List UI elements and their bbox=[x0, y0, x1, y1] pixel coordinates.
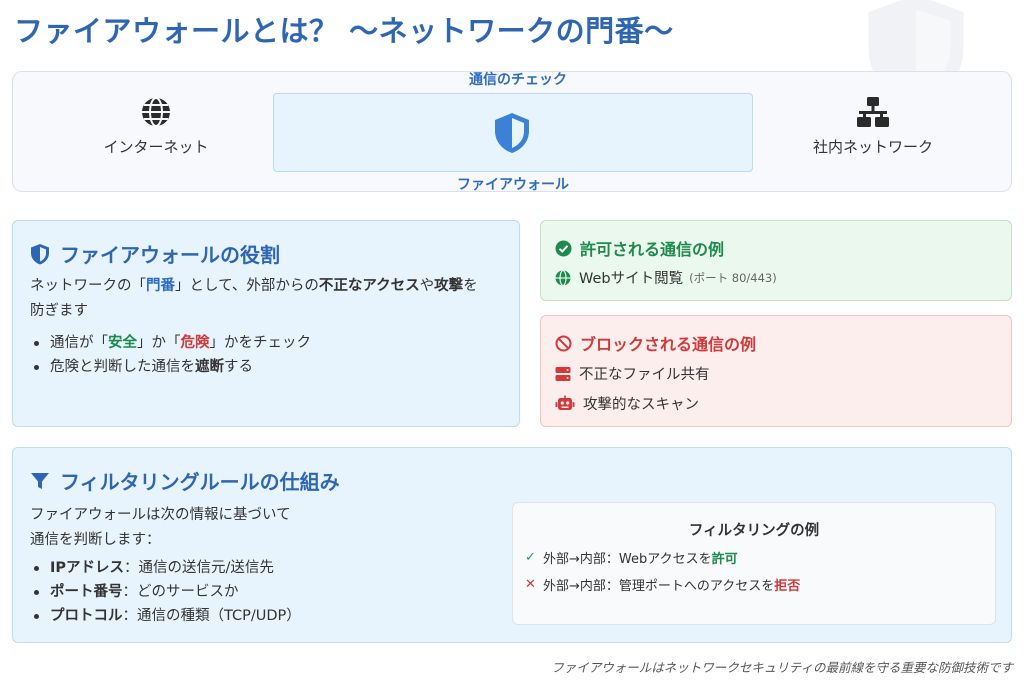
page-title: ファイアウォールとは？ 〜ネットワークの門番〜 bbox=[14, 14, 674, 48]
filtering-description: ファイアウォールは次の情報に基づいて 通信を判断します： bbox=[30, 507, 291, 548]
check-circle-icon bbox=[555, 240, 572, 256]
lan-node: 社内ネットワーク bbox=[808, 96, 938, 157]
filter-icon bbox=[31, 472, 49, 489]
footer-note: ファイアウォールはネットワークセキュリティの最前線を守る重要な防御技術です bbox=[551, 660, 1013, 675]
example-row-allow: ✓ 外部→内部：Webアクセスを 許可 bbox=[525, 548, 738, 567]
firewall-top-label: 通信のチェック bbox=[469, 72, 567, 88]
network-diagram: インターネット 通信のチェック ファイアウォール 社内ネットワーク bbox=[12, 71, 1012, 193]
example-row-deny: ✕ 外部→内部：管理ポートへのアクセスを 拒否 bbox=[525, 575, 800, 594]
firewall-node bbox=[273, 93, 753, 172]
blocked-item-label: 攻撃的なスキャン bbox=[583, 397, 699, 413]
check-icon: ✓ bbox=[525, 550, 536, 565]
robot-icon bbox=[555, 395, 575, 410]
example-row-text: 外部→内部：管理ポートへのアクセスを bbox=[543, 579, 775, 594]
blocked-card: ブロックされる通信の例 不正なファイル共有 攻撃的なスキャン bbox=[540, 315, 1012, 427]
list-item: IPアドレス：通信の送信元/送信先 bbox=[30, 556, 301, 580]
network-icon bbox=[857, 97, 889, 127]
list-item: ポート番号：どのサービスか bbox=[30, 580, 301, 604]
globe-icon bbox=[555, 269, 571, 286]
blocked-heading: ブロックされる通信の例 bbox=[555, 331, 756, 355]
filtering-example-box: フィルタリングの例 ✓ 外部→内部：Webアクセスを 許可 ✕ 外部→内部：管理ポ… bbox=[512, 502, 996, 625]
role-heading: ファイアウォールの役割 bbox=[30, 239, 280, 268]
example-result-deny: 拒否 bbox=[774, 579, 801, 594]
internet-label: インターネット bbox=[103, 138, 209, 156]
globe-icon bbox=[142, 97, 170, 127]
blocked-item-label: 不正なファイル共有 bbox=[579, 367, 710, 383]
list-item: 危険と判断した通信を遮断する bbox=[30, 355, 311, 379]
ban-icon bbox=[555, 335, 572, 351]
blocked-item-scan: 攻撃的なスキャン bbox=[555, 393, 699, 414]
lan-label: 社内ネットワーク bbox=[812, 138, 933, 156]
server-icon bbox=[555, 366, 571, 381]
allowed-heading: 許可される通信の例 bbox=[555, 236, 724, 260]
port-note: (ポート 80/443) bbox=[689, 270, 777, 285]
allowed-item-web: Webサイト閲覧 (ポート 80/443) bbox=[555, 267, 777, 288]
role-bullets: 通信が「安全」か「危険」かをチェック 危険と判断した通信を遮断する bbox=[30, 331, 311, 379]
allowed-item-label: Webサイト閲覧 bbox=[579, 271, 684, 287]
blocked-heading-text: ブロックされる通信の例 bbox=[580, 335, 757, 354]
firewall-label: ファイアウォール bbox=[457, 177, 569, 193]
role-card: ファイアウォールの役割 ネットワークの「門番」として、外部からの不正なアクセスや… bbox=[12, 220, 520, 427]
list-item: 通信が「安全」か「危険」かをチェック bbox=[30, 331, 311, 355]
list-item: プロトコル：通信の種類（TCP/UDP） bbox=[30, 604, 301, 628]
example-title: フィルタリングの例 bbox=[688, 523, 820, 539]
role-description: ネットワークの「門番」として、外部からの不正なアクセスや攻撃を 防ぎます bbox=[30, 278, 478, 319]
blocked-item-file-share: 不正なファイル共有 bbox=[555, 363, 710, 384]
shield-icon bbox=[31, 243, 49, 264]
role-heading-text: ファイアウォールの役割 bbox=[60, 243, 280, 267]
shield-icon bbox=[495, 113, 529, 153]
cross-icon: ✕ bbox=[525, 577, 536, 592]
internet-node: インターネット bbox=[101, 96, 211, 157]
filtering-heading: フィルタリングルールの仕組み bbox=[30, 466, 340, 495]
filtering-heading-text: フィルタリングルールの仕組み bbox=[60, 470, 340, 494]
filtering-rules: IPアドレス：通信の送信元/送信先 ポート番号：どのサービスか プロトコル：通信… bbox=[30, 556, 301, 628]
filtering-card: フィルタリングルールの仕組み ファイアウォールは次の情報に基づいて 通信を判断し… bbox=[12, 447, 1012, 643]
example-result-allow: 許可 bbox=[711, 552, 738, 567]
example-row-text: 外部→内部：Webアクセスを bbox=[543, 552, 712, 567]
allowed-heading-text: 許可される通信の例 bbox=[580, 240, 725, 259]
allowed-card: 許可される通信の例 Webサイト閲覧 (ポート 80/443) bbox=[540, 220, 1012, 301]
